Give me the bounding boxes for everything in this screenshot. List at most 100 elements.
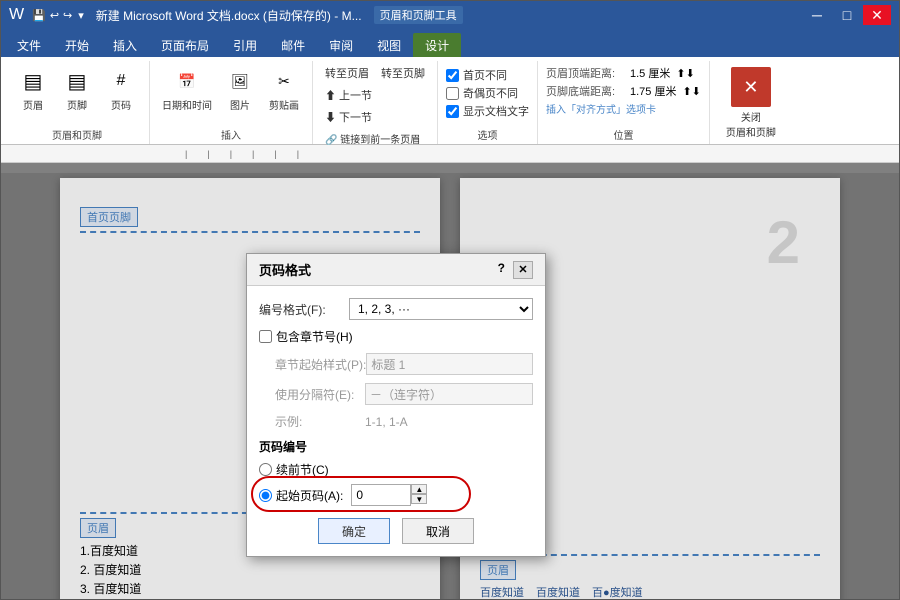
include-chapter-row: 包含章节号(H) xyxy=(259,328,533,345)
page-number-button[interactable]: # 页码 xyxy=(101,63,141,114)
group-label-position: 位置 xyxy=(546,124,701,144)
number-format-field-group: 1, 2, 3, ··· xyxy=(349,298,533,320)
show-doc-text-input[interactable] xyxy=(446,105,459,118)
go-to-header-button[interactable]: 转至页眉 xyxy=(321,63,373,83)
chapter-style-input xyxy=(366,353,533,375)
tab-review[interactable]: 审阅 xyxy=(317,33,365,57)
footer-button[interactable]: ▤ 页脚 xyxy=(57,63,97,114)
dialog-title-bar: 页码格式 ? ✕ xyxy=(247,254,545,286)
start-value-input[interactable] xyxy=(351,484,411,506)
chapter-style-label: 章节起始样式(P): xyxy=(275,356,366,373)
tab-layout[interactable]: 页面布局 xyxy=(149,33,221,57)
dialog-close-button[interactable]: ✕ xyxy=(513,261,533,279)
app-window: W 💾 ↩ ↪ ▾ 新建 Microsoft Word 文档.docx (自动保… xyxy=(0,0,900,600)
footer-distance-spinner[interactable]: ⬆⬇ xyxy=(682,85,700,98)
tab-home[interactable]: 开始 xyxy=(53,33,101,57)
spinner-up[interactable]: ▲ xyxy=(411,484,427,494)
dialog-overlay: 页码格式 ? ✕ 编号格式(F): 1, xyxy=(1,173,899,599)
odd-even-checkbox-input[interactable] xyxy=(446,87,459,100)
number-format-row: 编号格式(F): 1, 2, 3, ··· xyxy=(259,298,533,320)
group-content-close: ✕ 关闭页眉和页脚 xyxy=(718,61,784,143)
page-format-dialog: 页码格式 ? ✕ 编号格式(F): 1, xyxy=(246,253,546,557)
tab-design[interactable]: 设计 xyxy=(413,33,461,57)
group-content-nav: 转至页眉 转至页脚 ⬆ 上一节 ⬇ 下一节 🔗 链接到前一条页眉 xyxy=(321,61,429,148)
options-checkboxes: 首页不同 奇偶页不同 显示文档文字 xyxy=(446,63,529,123)
horizontal-ruler: | | | | | | xyxy=(1,145,899,163)
footer-icon: ▤ xyxy=(61,65,93,97)
number-format-select[interactable]: 1, 2, 3, ··· xyxy=(349,298,533,320)
include-chapter-label: 包含章节号(H) xyxy=(276,328,353,345)
odd-even-label: 奇偶页不同 xyxy=(463,85,518,101)
tab-file[interactable]: 文件 xyxy=(5,33,53,57)
tab-insert[interactable]: 插入 xyxy=(101,33,149,57)
start-at-row: 起始页码(A): ▲ ▼ xyxy=(259,484,533,506)
header-distance-spinner[interactable]: ⬆⬇ xyxy=(676,67,694,80)
minimize-button[interactable]: ─ xyxy=(803,5,831,25)
dialog-body: 编号格式(F): 1, 2, 3, ··· 包含章节号(H) xyxy=(247,286,545,556)
continue-from-prev-row: 续前节(C) xyxy=(259,461,533,478)
footer-distance-row: 页脚底端距离: 1.75 厘米 ⬆⬇ xyxy=(546,83,701,99)
first-page-label: 首页不同 xyxy=(463,67,507,83)
ribbon-group-insert: 📅 日期和时间 🖼 图片 ✂ 剪贴画 插入 xyxy=(150,61,313,144)
dialog-help-btn[interactable]: ? xyxy=(494,261,509,279)
separator-label: 使用分隔符(E): xyxy=(275,386,365,403)
tab-mailings[interactable]: 邮件 xyxy=(269,33,317,57)
close-x-icon: ✕ xyxy=(731,67,771,107)
date-time-icon: 📅 xyxy=(171,65,203,97)
alignment-tab-link[interactable]: 插入「对齐方式」选项卡 xyxy=(546,101,656,116)
header-distance-row: 页眉顶端距离: 1.5 厘米 ⬆⬇ xyxy=(546,65,701,81)
title-bar-left: W 💾 ↩ ↪ ▾ 新建 Microsoft Word 文档.docx (自动保… xyxy=(9,6,463,24)
close-group-label: 关闭页眉和页脚 xyxy=(726,109,776,139)
maximize-button[interactable]: □ xyxy=(833,5,861,25)
show-doc-text-label: 显示文档文字 xyxy=(463,103,529,119)
picture-icon: 🖼 xyxy=(224,65,256,97)
group-label-insert: 插入 xyxy=(158,124,304,144)
example-label: 示例: xyxy=(275,413,365,430)
first-page-checkbox-input[interactable] xyxy=(446,69,459,82)
footer-distance-value: 1.75 厘米 xyxy=(630,83,676,99)
show-doc-text-checkbox[interactable]: 显示文档文字 xyxy=(446,103,529,119)
ribbon-group-options: 首页不同 奇偶页不同 显示文档文字 选项 xyxy=(438,61,538,144)
quick-dropdown[interactable]: ▾ xyxy=(78,9,84,22)
start-at-radio[interactable] xyxy=(259,489,272,502)
example-value: 1-1, 1-A xyxy=(365,415,408,429)
quick-redo[interactable]: ↪ xyxy=(63,9,72,22)
include-chapter-checkbox[interactable] xyxy=(259,330,272,343)
ok-button[interactable]: 确定 xyxy=(318,518,390,544)
header-button[interactable]: ▤ 页眉 xyxy=(13,63,53,114)
close-header-footer-button[interactable]: ✕ 关闭页眉和页脚 xyxy=(718,63,784,143)
quick-save[interactable]: 💾 xyxy=(32,9,46,22)
group-content-header-footer: ▤ 页眉 ▤ 页脚 # 页码 xyxy=(13,61,141,124)
title-bar-controls: ─ □ ✕ xyxy=(803,5,891,25)
quick-undo[interactable]: ↩ xyxy=(50,9,59,22)
separator-input xyxy=(365,383,533,405)
go-to-footer-button[interactable]: 转至页脚 xyxy=(377,63,429,83)
tab-view[interactable]: 视图 xyxy=(365,33,413,57)
footer-label: 页脚 xyxy=(67,97,87,112)
date-time-button[interactable]: 📅 日期和时间 xyxy=(158,63,216,114)
odd-even-different-checkbox[interactable]: 奇偶页不同 xyxy=(446,85,529,101)
tab-references[interactable]: 引用 xyxy=(221,33,269,57)
group-content-insert: 📅 日期和时间 🖼 图片 ✂ 剪贴画 xyxy=(158,61,304,124)
alignment-tab-row: 插入「对齐方式」选项卡 xyxy=(546,101,701,116)
continue-label: 续前节(C) xyxy=(276,461,329,478)
continue-radio[interactable] xyxy=(259,463,272,476)
group-content-options: 首页不同 奇偶页不同 显示文档文字 xyxy=(446,61,529,124)
next-section-button[interactable]: ⬇ 下一节 xyxy=(321,107,376,127)
spinner-down[interactable]: ▼ xyxy=(411,494,427,504)
ribbon-group-close: ✕ 关闭页眉和页脚 关闭 xyxy=(710,61,792,144)
picture-button[interactable]: 🖼 图片 xyxy=(220,63,260,114)
title-text: 新建 Microsoft Word 文档.docx (自动保存的) - M... xyxy=(96,7,362,24)
window-close-button[interactable]: ✕ xyxy=(863,5,891,25)
header-distance-value: 1.5 厘米 xyxy=(630,65,670,81)
ribbon-tab-bar: 文件 开始 插入 页面布局 引用 邮件 审阅 视图 设计 xyxy=(1,29,899,57)
start-value-spinner: ▲ ▼ xyxy=(411,484,427,506)
prev-section-button[interactable]: ⬆ 上一节 xyxy=(321,85,376,105)
first-page-different-checkbox[interactable]: 首页不同 xyxy=(446,67,529,83)
cancel-button[interactable]: 取消 xyxy=(402,518,474,544)
footer-distance-label: 页脚底端距离: xyxy=(546,83,626,99)
header-distance-label: 页眉顶端距离: xyxy=(546,65,626,81)
dialog-button-row: 确定 取消 xyxy=(259,518,533,544)
clip-art-button[interactable]: ✂ 剪贴画 xyxy=(264,63,304,114)
word-logo-icon: W xyxy=(9,6,24,24)
